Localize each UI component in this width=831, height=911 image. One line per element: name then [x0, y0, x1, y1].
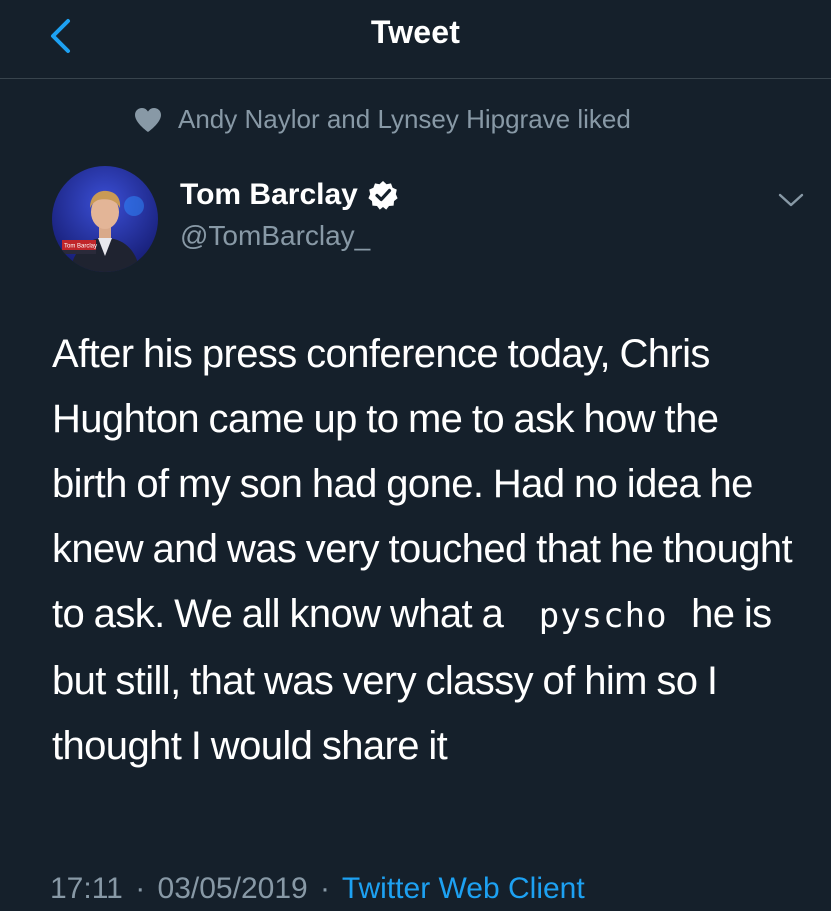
more-options-button[interactable] [776, 188, 806, 212]
avatar[interactable]: Tom Barclay [52, 166, 158, 272]
top-bar: Tweet [0, 0, 831, 79]
verified-badge-icon [368, 180, 398, 210]
social-context-label: Andy Naylor and Lynsey Hipgrave liked [178, 104, 631, 134]
social-context[interactable]: Andy Naylor and Lynsey Hipgrave liked [134, 104, 631, 135]
author-handle[interactable]: @TomBarclay_ [180, 220, 370, 252]
tweet-substituted-word: pyscho [538, 596, 668, 636]
avatar-badge-text: Tom Barclay [64, 244, 97, 250]
page-title: Tweet [370, 14, 461, 50]
separator: · [320, 872, 331, 905]
tweet-time: 17:11 [50, 872, 123, 905]
tweet-text-part-1: After his press conference today, Chris … [52, 332, 793, 636]
tweet-source-link[interactable]: Twitter Web Client [342, 872, 585, 905]
tweet-meta: 17:11 · 03/05/2019 · Twitter Web Client [50, 872, 585, 906]
author-name-label: Tom Barclay [180, 178, 358, 211]
tweet-text: After his press conference today, Chris … [52, 322, 802, 779]
chevron-down-icon [778, 193, 804, 207]
author-name[interactable]: Tom Barclay [180, 178, 398, 212]
tweet-date: 03/05/2019 [157, 872, 308, 905]
heart-icon [134, 107, 162, 133]
separator: · [135, 872, 146, 905]
